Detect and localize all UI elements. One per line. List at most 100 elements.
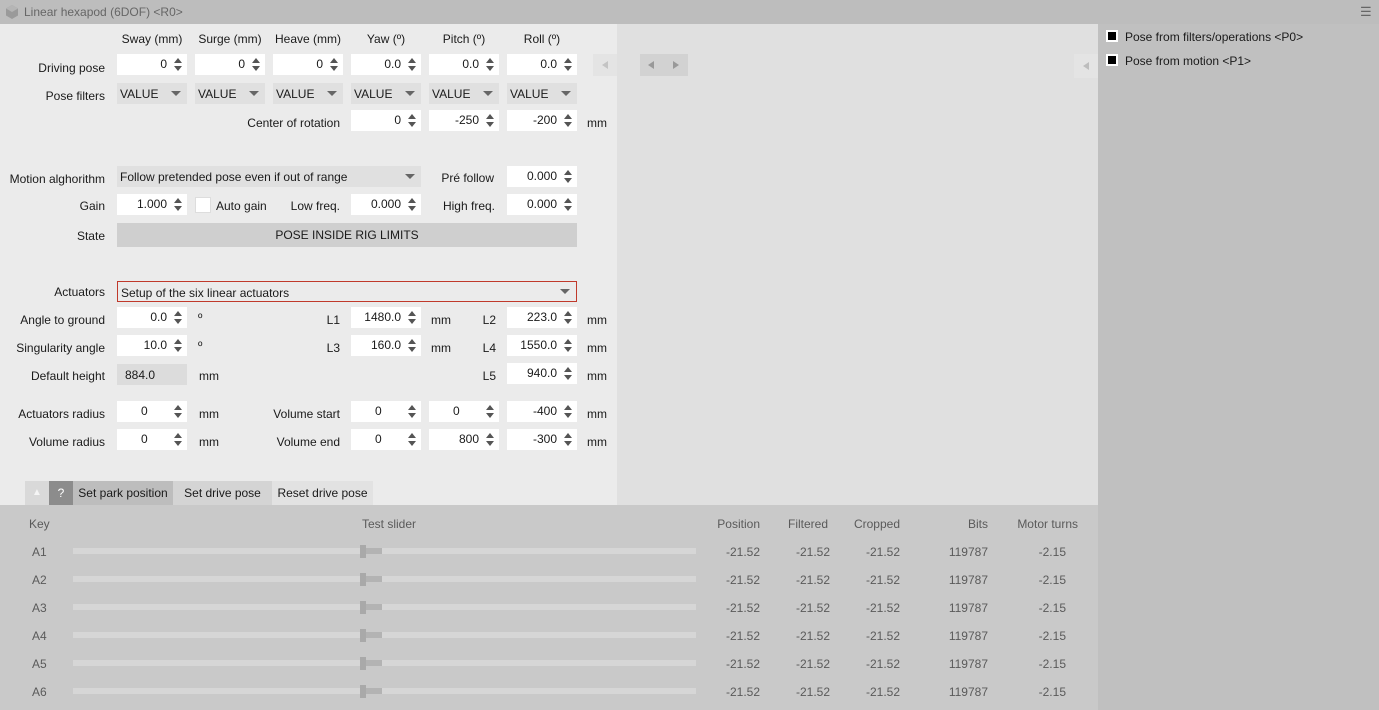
filter-pitch-value: VALUE bbox=[432, 87, 471, 101]
test-slider-thumb[interactable] bbox=[360, 573, 366, 586]
volume-start-x-stepper[interactable]: 0 bbox=[351, 401, 421, 422]
stepper-arrows-icon[interactable] bbox=[250, 55, 262, 74]
stepper-arrows-icon[interactable] bbox=[484, 430, 496, 449]
col-filtered: Filtered bbox=[787, 517, 828, 531]
l3-label: L3 bbox=[326, 341, 340, 355]
l2-stepper[interactable]: 223.0 bbox=[507, 307, 577, 328]
row-bits: 119787 bbox=[948, 685, 988, 699]
stepper-arrows-icon[interactable] bbox=[562, 430, 574, 449]
filter-heave-select[interactable]: VALUE bbox=[273, 83, 343, 104]
low-freq-stepper[interactable]: 0.000 bbox=[351, 194, 421, 215]
volume-radius-stepper[interactable]: 0 bbox=[117, 429, 187, 450]
stepper-arrows-icon[interactable] bbox=[328, 55, 340, 74]
l2-label: L2 bbox=[482, 313, 496, 327]
driving-roll-stepper[interactable]: 0.0 bbox=[507, 54, 577, 75]
stepper-arrows-icon[interactable] bbox=[562, 308, 574, 327]
stepper-arrows-icon[interactable] bbox=[562, 402, 574, 421]
driving-sway-stepper[interactable]: 0 bbox=[117, 54, 187, 75]
arrow-right-icon[interactable] bbox=[673, 61, 679, 69]
test-slider-thumb[interactable] bbox=[360, 629, 366, 642]
auto-gain-checkbox[interactable] bbox=[195, 197, 211, 213]
stepper-arrows-icon[interactable] bbox=[562, 195, 574, 214]
actuators-radius-stepper[interactable]: 0 bbox=[117, 401, 187, 422]
angle-to-ground-stepper[interactable]: 0.0 bbox=[117, 307, 187, 328]
test-slider-thumb[interactable] bbox=[360, 601, 366, 614]
l4-stepper[interactable]: 1550.0 bbox=[507, 335, 577, 356]
stepper-arrows-icon[interactable] bbox=[406, 308, 418, 327]
actuators-select[interactable]: Setup of the six linear actuators bbox=[117, 281, 577, 302]
center-x-stepper[interactable]: 0 bbox=[351, 110, 421, 131]
stepper-arrows-icon[interactable] bbox=[172, 336, 184, 355]
collapse-tab-button[interactable]: ▲ bbox=[25, 481, 49, 505]
driving-heave-stepper[interactable]: 0 bbox=[273, 54, 343, 75]
reset-drive-pose-tab[interactable]: Reset drive pose bbox=[272, 481, 373, 505]
filter-pitch-select[interactable]: VALUE bbox=[429, 83, 499, 104]
stepper-arrows-icon[interactable] bbox=[484, 55, 496, 74]
singularity-angle-stepper[interactable]: 10.0 bbox=[117, 335, 187, 356]
set-drive-pose-tab[interactable]: Set drive pose bbox=[173, 481, 272, 505]
test-slider-track[interactable] bbox=[73, 604, 696, 610]
l1-stepper[interactable]: 1480.0 bbox=[351, 307, 421, 328]
set-park-position-tab[interactable]: Set park position bbox=[73, 481, 173, 505]
collapse-right-button[interactable] bbox=[1074, 54, 1098, 78]
stepper-arrows-icon[interactable] bbox=[172, 55, 184, 74]
output-p1-marker bbox=[1106, 54, 1118, 66]
volume-end-y-stepper[interactable]: 800 bbox=[429, 429, 499, 450]
filter-roll-select[interactable]: VALUE bbox=[507, 83, 577, 104]
filter-yaw-select[interactable]: VALUE bbox=[351, 83, 421, 104]
l3-stepper[interactable]: 160.0 bbox=[351, 335, 421, 356]
arrow-left-icon[interactable] bbox=[648, 61, 654, 69]
volume-end-z-stepper[interactable]: -300 bbox=[507, 429, 577, 450]
collapse-left-button[interactable] bbox=[593, 54, 617, 76]
stepper-arrows-icon[interactable] bbox=[406, 55, 418, 74]
output-p1-label[interactable]: Pose from motion <P1> bbox=[1125, 54, 1251, 68]
stepper-arrows-icon[interactable] bbox=[562, 167, 574, 186]
gain-stepper[interactable]: 1.000 bbox=[117, 194, 187, 215]
stepper-arrows-icon[interactable] bbox=[172, 430, 184, 449]
center-z-stepper[interactable]: -200 bbox=[507, 110, 577, 131]
stepper-arrows-icon[interactable] bbox=[562, 55, 574, 74]
test-slider-track[interactable] bbox=[73, 632, 696, 638]
driving-yaw-stepper[interactable]: 0.0 bbox=[351, 54, 421, 75]
l1-value: 1480.0 bbox=[364, 310, 401, 324]
stepper-arrows-icon[interactable] bbox=[562, 364, 574, 383]
filter-surge-select[interactable]: VALUE bbox=[195, 83, 265, 104]
stepper-arrows-icon[interactable] bbox=[172, 308, 184, 327]
center-y-stepper[interactable]: -250 bbox=[429, 110, 499, 131]
volume-start-y-stepper[interactable]: 0 bbox=[429, 401, 499, 422]
stepper-arrows-icon[interactable] bbox=[562, 111, 574, 130]
stepper-arrows-icon[interactable] bbox=[406, 336, 418, 355]
stepper-arrows-icon[interactable] bbox=[484, 402, 496, 421]
pre-follow-stepper[interactable]: 0.000 bbox=[507, 166, 577, 187]
driving-pitch-stepper[interactable]: 0.0 bbox=[429, 54, 499, 75]
output-p0-label[interactable]: Pose from filters/operations <P0> bbox=[1125, 30, 1303, 44]
test-slider-thumb[interactable] bbox=[360, 685, 366, 698]
driving-pitch-value: 0.0 bbox=[462, 57, 479, 71]
test-slider-track[interactable] bbox=[73, 688, 696, 694]
motion-algorithm-select[interactable]: Follow pretended pose even if out of ran… bbox=[117, 166, 421, 187]
test-slider-track[interactable] bbox=[73, 576, 696, 582]
volume-end-x-stepper[interactable]: 0 bbox=[351, 429, 421, 450]
stepper-arrows-icon[interactable] bbox=[406, 111, 418, 130]
pager-buttons[interactable] bbox=[640, 54, 688, 76]
stepper-arrows-icon[interactable] bbox=[562, 336, 574, 355]
test-slider-track[interactable] bbox=[73, 548, 696, 554]
driving-sway-value: 0 bbox=[160, 57, 167, 71]
hamburger-menu-icon[interactable]: ☰ bbox=[1360, 4, 1372, 20]
help-button[interactable]: ? bbox=[49, 481, 73, 505]
stepper-arrows-icon[interactable] bbox=[406, 430, 418, 449]
driving-surge-stepper[interactable]: 0 bbox=[195, 54, 265, 75]
volume-start-z-stepper[interactable]: -400 bbox=[507, 401, 577, 422]
test-slider-thumb[interactable] bbox=[360, 545, 366, 558]
high-freq-stepper[interactable]: 0.000 bbox=[507, 194, 577, 215]
l5-stepper[interactable]: 940.0 bbox=[507, 363, 577, 384]
stepper-arrows-icon[interactable] bbox=[172, 402, 184, 421]
test-slider-track[interactable] bbox=[73, 660, 696, 666]
stepper-arrows-icon[interactable] bbox=[406, 402, 418, 421]
row-cropped: -21.52 bbox=[865, 545, 900, 559]
stepper-arrows-icon[interactable] bbox=[406, 195, 418, 214]
test-slider-thumb[interactable] bbox=[360, 657, 366, 670]
filter-sway-select[interactable]: VALUE bbox=[117, 83, 187, 104]
stepper-arrows-icon[interactable] bbox=[172, 195, 184, 214]
stepper-arrows-icon[interactable] bbox=[484, 111, 496, 130]
